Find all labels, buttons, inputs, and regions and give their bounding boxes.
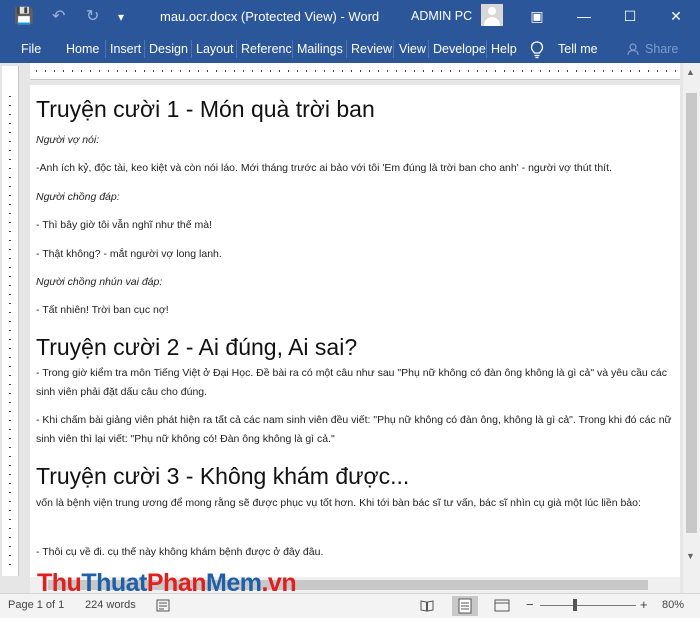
window-title: mau.ocr.docx (Protected View) - Word — [160, 9, 380, 24]
tab-separator — [292, 40, 293, 58]
zoom-in-button[interactable]: + — [640, 597, 648, 612]
paragraph: Người vợ nói: — [36, 134, 100, 146]
tab-insert[interactable]: Insert — [110, 42, 141, 56]
tab-review[interactable]: Review — [351, 42, 392, 56]
ribbon-display-options-icon[interactable]: ▣ — [514, 0, 560, 32]
paragraph: - Thôi cụ về đi. cụ thế này không khám b… — [36, 546, 324, 558]
tab-separator — [486, 40, 487, 58]
tab-separator — [191, 40, 192, 58]
scroll-thumb[interactable] — [686, 93, 697, 533]
status-bar: Page 1 of 1 224 words − + 80% — [0, 593, 700, 618]
ruler-ticks — [9, 96, 11, 566]
heading-1: Truyện cười 1 - Món quà trời ban — [36, 96, 375, 122]
word-count[interactable]: 224 words — [85, 599, 136, 611]
paragraph: -Anh ích kỷ, độc tài, keo kiệt và còn nó… — [36, 162, 612, 174]
tab-file[interactable]: File — [21, 42, 41, 56]
customize-quick-access-icon[interactable]: ▾ — [118, 6, 124, 28]
share-user-icon — [627, 43, 639, 56]
heading-3: Truyện cười 3 - Không khám được... — [36, 463, 410, 489]
paragraph: vốn là bệnh viện trung ương để mong rằng… — [36, 497, 641, 509]
web-layout-icon[interactable] — [494, 599, 510, 612]
tab-layout[interactable]: Layout — [196, 42, 234, 56]
tab-developer[interactable]: Develope — [433, 42, 486, 56]
redo-icon[interactable]: ↻ — [86, 6, 99, 28]
avatar[interactable] — [481, 4, 503, 26]
tell-me-search[interactable]: Tell me — [558, 42, 598, 56]
minimize-button[interactable]: — — [561, 0, 607, 32]
share-button: Share — [645, 42, 679, 56]
scroll-up-icon[interactable]: ▲ — [686, 67, 695, 77]
ribbon-tabs: File Home Insert Design Layout Referenc … — [0, 36, 700, 63]
lightbulb-icon[interactable] — [530, 41, 544, 59]
save-icon[interactable]: 💾 — [14, 6, 34, 28]
tab-home[interactable]: Home — [66, 42, 99, 56]
accessibility-icon[interactable] — [156, 599, 170, 612]
page-count[interactable]: Page 1 of 1 — [8, 599, 64, 611]
tab-separator — [236, 40, 237, 58]
tab-view[interactable]: View — [399, 42, 426, 56]
tab-mailings[interactable]: Mailings — [297, 42, 343, 56]
read-mode-icon[interactable] — [420, 599, 434, 612]
tab-separator — [346, 40, 347, 58]
heading-2: Truyện cười 2 - Ai đúng, Ai sai? — [36, 334, 358, 360]
tab-help[interactable]: Help — [491, 42, 517, 56]
document-page[interactable]: Truyện cười 1 - Món quà trời ban Người v… — [30, 85, 680, 595]
scroll-down-icon[interactable]: ▼ — [686, 551, 695, 561]
paragraph: - Tất nhiên! Trời ban cục nợ! — [36, 304, 169, 316]
paragraph: - Khi chấm bài giảng viên phát hiện ra t… — [36, 414, 672, 445]
zoom-slider[interactable] — [540, 605, 636, 606]
user-name[interactable]: ADMIN PC — [411, 9, 472, 23]
maximize-button[interactable]: ☐ — [607, 0, 653, 32]
paragraph: Người chồng đáp: — [36, 191, 120, 203]
tab-separator — [144, 40, 145, 58]
paragraph: Người chồng nhún vai đáp: — [36, 276, 163, 288]
zoom-level[interactable]: 80% — [662, 599, 684, 611]
horizontal-ruler[interactable] — [30, 63, 680, 80]
paragraph: - Trong giờ kiểm tra môn Tiếng Việt ở Đạ… — [36, 367, 668, 398]
undo-icon[interactable]: ↶ — [52, 6, 65, 28]
zoom-out-button[interactable]: − — [526, 597, 534, 612]
vertical-scrollbar[interactable]: ▲ ▼ — [683, 63, 700, 593]
tab-separator — [105, 40, 106, 58]
title-bar: 💾 ↶ ↻ ▾ mau.ocr.docx (Protected View) - … — [0, 0, 700, 36]
tab-references[interactable]: Referenc — [241, 42, 292, 56]
print-layout-icon[interactable] — [452, 596, 478, 616]
zoom-slider-thumb[interactable] — [573, 599, 577, 611]
close-button[interactable]: ✕ — [653, 0, 699, 32]
tab-separator — [393, 40, 394, 58]
tab-design[interactable]: Design — [149, 42, 188, 56]
paragraph: - Thật không? - mắt người vợ long lanh. — [36, 248, 222, 260]
vertical-ruler[interactable] — [2, 66, 19, 576]
tab-separator — [428, 40, 429, 58]
paragraph: - Thì bây giờ tôi vẫn nghĩ như thế mà! — [36, 219, 212, 231]
ruler-ticks — [36, 70, 676, 72]
